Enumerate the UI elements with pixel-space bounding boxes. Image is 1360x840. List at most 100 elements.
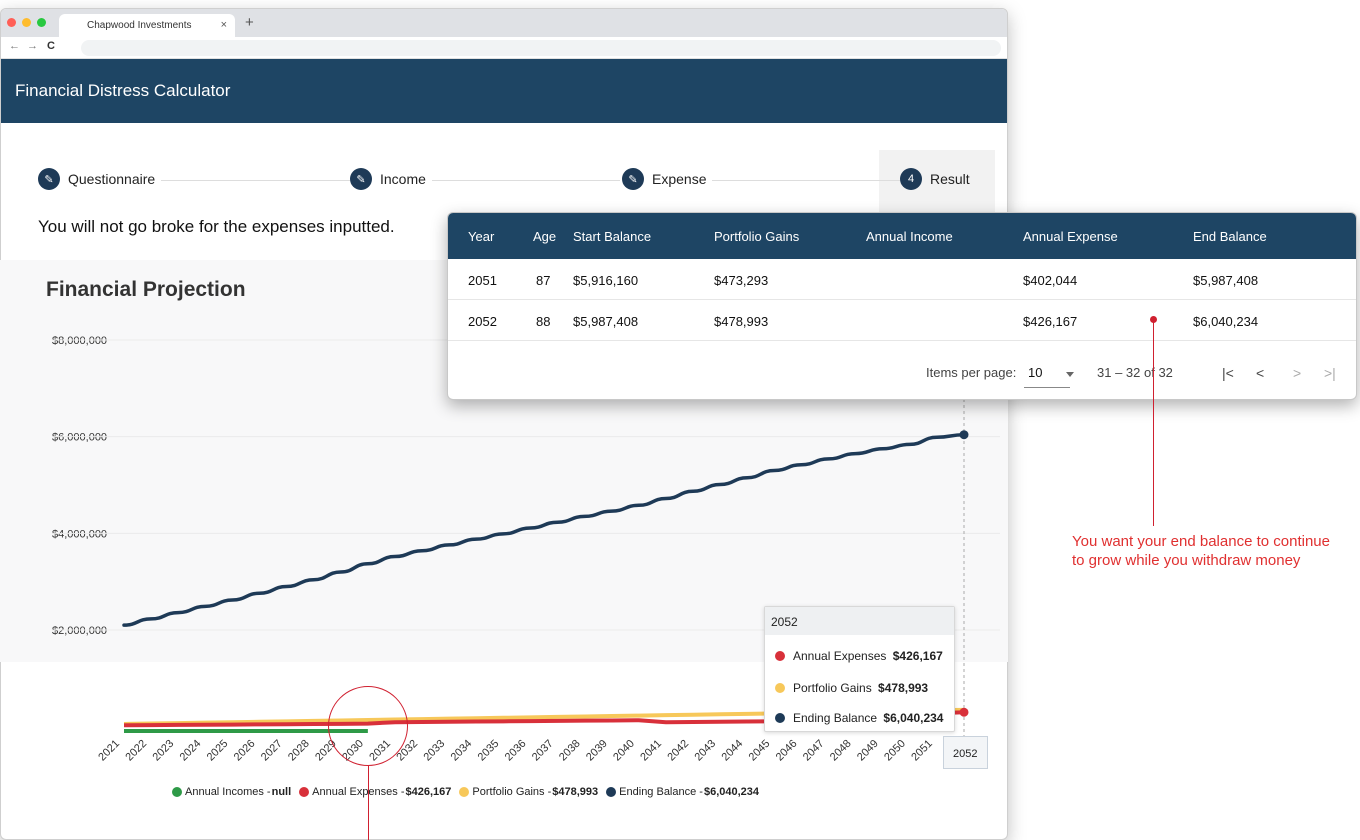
legend-label: Ending Balance - <box>619 786 703 798</box>
x-tick-label: 2026 <box>232 738 258 764</box>
tooltip-value: $426,167 <box>892 649 943 663</box>
chart-legend: Annual Incomes - null Annual Expenses - … <box>172 786 763 798</box>
table-row[interactable]: 2051 87 $5,916,160 $473,293 $402,044 $5,… <box>448 259 1356 300</box>
legend-item-incomes[interactable]: Annual Incomes - null <box>172 786 291 798</box>
cell-annual-expense: $402,044 <box>1023 273 1078 288</box>
ending-balance-point <box>959 430 969 440</box>
yellow-dot-icon <box>775 683 785 693</box>
x-tick-label: 2045 <box>747 738 773 764</box>
red-dot-icon <box>299 787 310 797</box>
legend-label: Annual Expenses - <box>312 786 405 798</box>
x-tick-label: 2049 <box>855 738 881 764</box>
legend-item-balance[interactable]: Ending Balance - $6,040,234 <box>606 786 759 798</box>
legend-item-gains[interactable]: Portfolio Gains - $478,993 <box>459 786 598 798</box>
x-axis: 2021 2022 2023 2024 2025 2026 2027 2028 2029 2030… <box>96 738 935 764</box>
x-tick-label: 2033 <box>421 738 447 764</box>
x-tick-label: 2050 <box>882 738 908 764</box>
y-tick-label: $6,000,000 <box>52 432 107 444</box>
page-size-dropdown[interactable] <box>1056 365 1074 380</box>
x-tick-label: 2040 <box>611 738 637 764</box>
annotation-dot <box>1150 316 1157 323</box>
legend-value: $6,040,234 <box>703 786 760 798</box>
legend-value: $478,993 <box>552 786 599 798</box>
result-table: Year Age Start Balance Portfolio Gains A… <box>447 212 1357 400</box>
annotation-text: You want your end balance to continue to… <box>1072 533 1330 569</box>
tooltip-row-balance: Ending Balance $6,040,234 <box>775 711 943 725</box>
x-tick-label: 2036 <box>503 738 529 764</box>
header-year[interactable]: Year <box>468 229 494 244</box>
cell-annual-expense: $426,167 <box>1023 314 1078 329</box>
last-page-icon[interactable]: >| <box>1324 365 1336 381</box>
x-axis-hover-label: 2052 <box>943 736 988 769</box>
ending-balance-line <box>122 432 966 627</box>
navy-dot-icon <box>606 787 617 797</box>
x-tick-label: 2021 <box>96 738 122 764</box>
x-tick-label: 2041 <box>638 738 664 764</box>
x-tick-label: 2042 <box>665 738 691 764</box>
tooltip-label: Portfolio Gains <box>793 681 872 695</box>
y-tick-label: $2,000,000 <box>52 625 107 637</box>
table-header: Year Age Start Balance Portfolio Gains A… <box>448 213 1356 259</box>
range-label: 31 – 32 of 32 <box>1097 365 1173 380</box>
cell-start-balance: $5,987,408 <box>573 314 639 329</box>
cell-portfolio-gains: $478,993 <box>714 314 769 329</box>
legend-item-expenses[interactable]: Annual Expenses - $426,167 <box>299 786 451 798</box>
x-tick-label: 2038 <box>557 738 583 764</box>
green-dot-icon <box>172 787 182 797</box>
header-start-balance[interactable]: Start Balance <box>573 229 651 244</box>
next-page-icon[interactable]: > <box>1293 365 1301 381</box>
header-age[interactable]: Age <box>533 229 556 244</box>
first-page-icon[interactable]: |< <box>1222 365 1234 381</box>
tooltip-year: 2052 <box>765 607 954 635</box>
legend-label: Annual Incomes - <box>185 786 271 798</box>
x-tick-label: 2035 <box>476 738 502 764</box>
chevron-down-icon <box>1066 372 1074 377</box>
tooltip-row-expenses: Annual Expenses $426,167 <box>775 649 943 663</box>
x-tick-label: 2044 <box>720 738 746 764</box>
x-tick-label: 2043 <box>692 738 718 764</box>
x-tick-label: 2048 <box>828 738 854 764</box>
x-tick-label: 2046 <box>774 738 800 764</box>
yellow-dot-icon <box>459 787 470 797</box>
x-tick-label: 2047 <box>801 738 827 764</box>
header-annual-income[interactable]: Annual Income <box>866 229 953 244</box>
highlight-circle <box>328 686 408 766</box>
x-tick-label: 2022 <box>123 738 149 764</box>
x-tick-label: 2027 <box>259 738 285 764</box>
cell-end-balance: $5,987,408 <box>1193 273 1259 288</box>
x-tick-label: 2025 <box>205 738 231 764</box>
tooltip-label: Annual Expenses <box>793 649 887 663</box>
cell-age: 87 <box>536 273 551 288</box>
cell-end-balance: $6,040,234 <box>1193 314 1259 329</box>
header-annual-expense[interactable]: Annual Expense <box>1023 229 1118 244</box>
y-tick-label: $4,000,000 <box>52 528 107 540</box>
previous-page-icon[interactable]: < <box>1256 365 1264 381</box>
tooltip-value: $478,993 <box>878 681 929 695</box>
header-portfolio-gains[interactable]: Portfolio Gains <box>714 229 799 244</box>
legend-value: null <box>271 786 292 798</box>
header-end-balance[interactable]: End Balance <box>1193 229 1267 244</box>
x-tick-label: 2024 <box>178 738 204 764</box>
tooltip-row-gains: Portfolio Gains $478,993 <box>775 681 928 695</box>
y-tick-label: $8,000,000 <box>52 335 107 347</box>
tooltip-label: Ending Balance <box>793 711 878 725</box>
items-per-page-label: Items per page: <box>926 365 1017 380</box>
x-tick-label: 2034 <box>449 738 475 764</box>
x-tick-label: 2037 <box>530 738 556 764</box>
legend-value: $426,167 <box>405 786 452 798</box>
red-dot-icon <box>775 651 785 661</box>
annotation-pointer-line <box>368 766 370 840</box>
x-tick-label: 2051 <box>909 738 935 764</box>
cell-start-balance: $5,916,160 <box>573 273 639 288</box>
paginator: Items per page: 10 31 – 32 of 32 |< < > … <box>448 343 1356 399</box>
y-axis: $8,000,000 $6,000,000 $4,000,000 $2,000,000 <box>52 335 107 637</box>
legend-label: Portfolio Gains - <box>472 786 552 798</box>
items-per-page-select[interactable]: 10 <box>1028 365 1042 380</box>
select-underline <box>1024 387 1070 388</box>
tooltip-value: $6,040,234 <box>883 711 944 725</box>
chart-tooltip: 2052 Annual Expenses $426,167 Portfolio … <box>764 606 955 732</box>
table-row[interactable]: 2052 88 $5,987,408 $478,993 $426,167 $6,… <box>448 300 1356 341</box>
annual-expenses-point <box>959 707 969 717</box>
cell-age: 88 <box>536 314 551 329</box>
x-tick-label: 2023 <box>151 738 177 764</box>
